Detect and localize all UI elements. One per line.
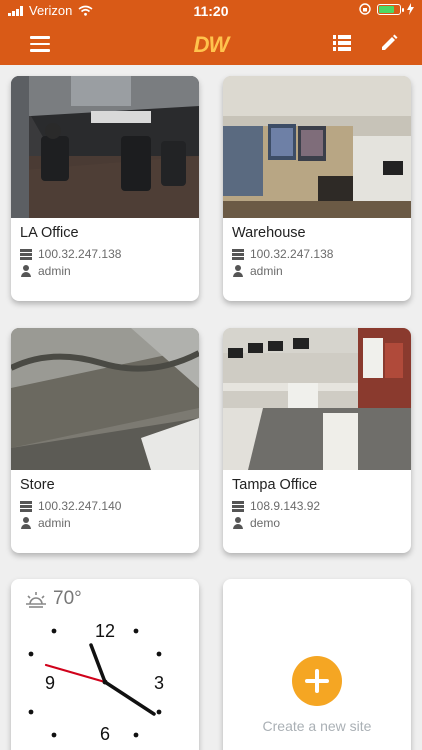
site-ip-row: 100.32.247.138 [20,247,121,261]
partly-sunny-icon [26,592,46,608]
create-site-label[interactable]: Create a new site [223,718,411,734]
user-icon [20,517,32,529]
clock-hour-dot [156,651,162,657]
site-card-store[interactable]: Store 100.32.247.140 admin [11,328,199,553]
battery-icon [377,3,404,15]
site-ip: 100.32.247.140 [38,499,122,513]
temperature: 70° [53,588,82,609]
clock-number: 6 [100,724,110,744]
site-user: demo [250,516,281,530]
site-card-warehouse[interactable]: Warehouse 100.32.247.138 admin [223,76,411,301]
server-icon [20,500,32,512]
list-view-button[interactable] [333,35,351,51]
clock-hour-dot [156,709,162,715]
clock-hour-dot [28,709,34,715]
site-user-row: demo [232,516,280,530]
site-user: admin [38,516,71,530]
site-ip: 100.32.247.138 [250,247,334,261]
camera-thumbnail[interactable] [11,328,199,470]
app-bar: DW [0,22,422,65]
site-name: Tampa Office [232,477,318,493]
site-card-tampa-office[interactable]: Tampa Office 108.9.143.92 demo [223,328,411,553]
camera-thumbnail[interactable] [223,76,411,218]
server-icon [232,500,244,512]
site-name: LA Office [20,225,79,241]
site-name: Warehouse [232,225,306,241]
site-name: Store [20,477,55,493]
analog-clock: 12 3 6 9 [28,621,164,744]
site-ip-row: 100.32.247.138 [232,247,333,261]
camera-thumbnail[interactable] [11,76,199,218]
clock-hour-dot [133,732,139,738]
clock-number: 12 [95,621,115,641]
server-icon [232,248,244,260]
site-user: admin [38,264,71,278]
site-ip: 108.9.143.92 [250,499,321,513]
site-user-row: admin [20,264,71,278]
edit-button[interactable] [379,33,399,53]
camera-thumbnail[interactable] [223,328,411,470]
clock-minute-hand [103,680,156,716]
clock-hour-hand [89,643,107,684]
site-user: admin [250,264,283,278]
site-ip: 100.32.247.138 [38,247,122,261]
orientation-lock-icon [359,3,371,15]
site-ip-row: 108.9.143.92 [232,499,320,513]
clock-hour-dot [51,732,57,738]
user-icon [20,265,32,277]
clock-hour-dot [28,651,34,657]
weather-row: 70° [25,588,82,610]
charging-icon [407,3,414,15]
clock-hour-dot [51,628,57,634]
site-ip-row: 100.32.247.140 [20,499,121,513]
site-user-row: admin [20,516,71,530]
app-logo: DW [193,32,230,57]
clock-number: 9 [45,673,55,693]
site-user-row: admin [232,264,283,278]
user-icon [232,265,244,277]
list-icon [333,35,336,39]
clock-hour-dot [133,628,139,634]
clock-number: 3 [154,673,164,693]
server-icon [20,248,32,260]
status-right [359,3,414,15]
status-bar: Verizon 11:20 [0,0,422,22]
add-site-button[interactable] [292,656,342,706]
pencil-icon [382,34,398,50]
user-icon [232,517,244,529]
site-card-la-office[interactable]: LA Office 100.32.247.138 admin [11,76,199,301]
